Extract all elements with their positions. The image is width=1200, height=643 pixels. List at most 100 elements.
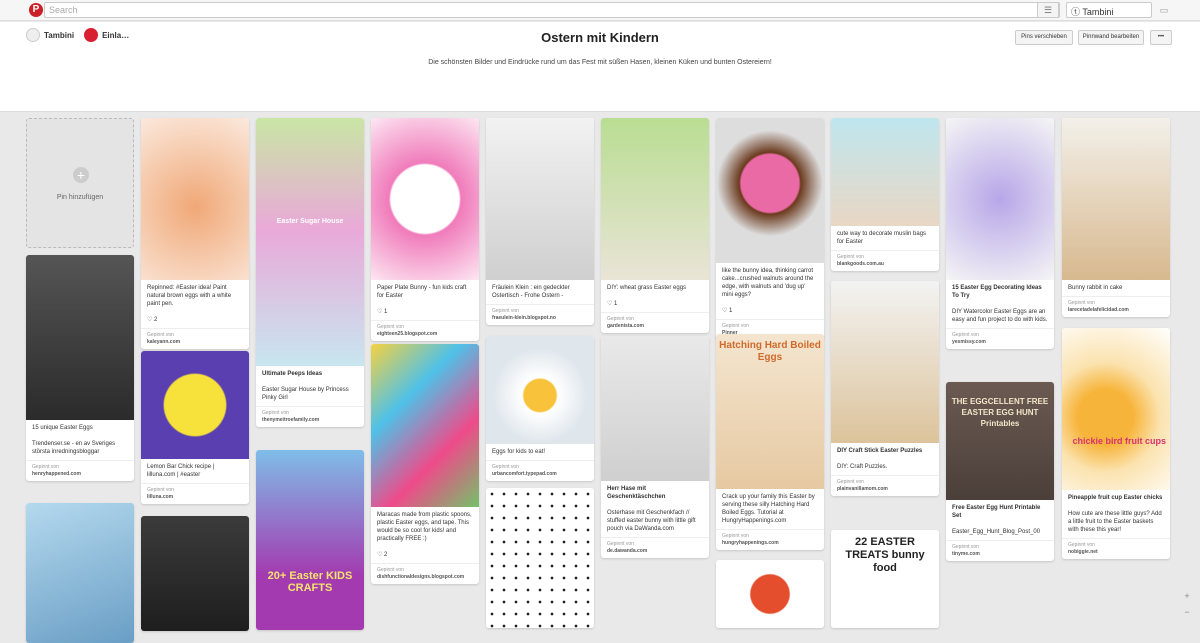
minus-icon[interactable]: − (1181, 604, 1193, 620)
pin-title: 15 Easter Egg Decorating Ideas To Try (952, 285, 1042, 299)
pin-source[interactable]: Gepinnt von urbancomfort.typepad.com (486, 460, 594, 481)
source-link[interactable]: de.dawanda.com (607, 548, 703, 555)
source-link[interactable]: thenymeitroefamily.com (262, 417, 358, 424)
pin-image[interactable] (486, 336, 594, 444)
pin-source[interactable]: Gepinnt von nobiggie.net (1062, 538, 1170, 559)
source-link[interactable]: larecetadelafelicidad.com (1068, 307, 1164, 314)
move-pins-button[interactable]: Pins verschieben (1015, 30, 1073, 45)
more-button[interactable]: ••• (1150, 30, 1172, 45)
pin-card[interactable]: Hatching Hard Boiled Eggs Crack up your … (716, 334, 824, 550)
pin-card[interactable]: DIY: wheat grass Easter eggs ♡ 1 Gepinnt… (601, 118, 709, 333)
pin-image[interactable]: chickie bird fruit cups (1062, 328, 1170, 490)
pin-image[interactable] (371, 344, 479, 507)
pin-image[interactable]: Easter Sugar House (256, 118, 364, 366)
pin-source[interactable]: Gepinnt von plainvanillamom.com (831, 475, 939, 496)
pin-card[interactable]: THE EGGCELLENT FREE EASTER EGG HUNT Prin… (946, 382, 1054, 561)
pin-image[interactable]: 20+ Easter KIDS CRAFTS (256, 450, 364, 630)
source-link[interactable]: henryhappened.com (32, 471, 128, 478)
pin-card[interactable]: Repinned: #Easter idea! Paint natural br… (141, 118, 249, 349)
pin-image[interactable] (486, 118, 594, 280)
menu-icon[interactable]: ☰ (1037, 2, 1059, 18)
pin-image[interactable] (141, 351, 249, 459)
pin-card[interactable]: 20+ Easter KIDS CRAFTS (256, 450, 364, 630)
pin-source[interactable]: Gepinnt von larecetadelafelicidad.com (1062, 296, 1170, 317)
pin-card[interactable]: Fräulein Klein : ein gedeckter Ostertisc… (486, 118, 594, 325)
pin-card[interactable]: 15 Easter Egg Decorating Ideas To Try DI… (946, 118, 1054, 349)
pin-image[interactable] (946, 118, 1054, 280)
pin-image[interactable] (831, 281, 939, 443)
pin-source[interactable]: Gepinnt von kaleyann.com (141, 328, 249, 349)
pin-description: DIY: Craft Puzzles. (837, 464, 888, 470)
pin-card[interactable]: chickie bird fruit cups Pineapple fruit … (1062, 328, 1170, 559)
source-link[interactable]: eighteen25.blogspot.com (377, 331, 473, 338)
pin-source[interactable]: Gepinnt von hungryhappenings.com (716, 529, 824, 550)
pin-image-caption: chickie bird fruit cups (1072, 436, 1166, 446)
pin-image[interactable] (486, 488, 594, 628)
source-link[interactable]: hungryhappenings.com (722, 540, 818, 547)
pin-source[interactable]: Gepinnt von fraeulein-klein.blogspot.no (486, 304, 594, 325)
source-link[interactable]: dishfunctionaldesigns.blogspot.com (377, 574, 473, 581)
add-pin-button[interactable]: + Pin hinzufügen (26, 118, 134, 248)
search-input[interactable]: Search (44, 2, 1060, 18)
pin-card[interactable]: Maracas made from plastic spoons, plasti… (371, 344, 479, 584)
pin-source[interactable]: Gepinnt von tinyme.com (946, 540, 1054, 561)
pin-image[interactable] (601, 118, 709, 280)
zoom-controls[interactable]: + − (1181, 588, 1193, 622)
pin-source[interactable]: Gepinnt von gardenista.com (601, 312, 709, 333)
messages-icon[interactable]: ▭ (1155, 2, 1173, 18)
pin-card[interactable]: cute way to decorate muslin bags for Eas… (831, 118, 939, 271)
pin-description: Osterhase mit Geschenkfach // stuffed ea… (607, 510, 696, 532)
pin-card[interactable]: Eggs for kids to eat! Gepinnt von urbanco… (486, 336, 594, 481)
pin-card[interactable]: DIY Craft Stick Easter Puzzles DIY: Craf… (831, 281, 939, 496)
pin-source[interactable]: Gepinnt von lilluna.com (141, 483, 249, 504)
pinterest-logo-icon[interactable]: P (29, 3, 43, 17)
pin-card[interactable]: Herr Hase mit Geschenktäschchen Osterhas… (601, 336, 709, 558)
pin-image[interactable] (601, 336, 709, 481)
pin-image[interactable] (141, 118, 249, 280)
pin-card[interactable]: Easter Sugar House Ultimate Peeps Ideas … (256, 118, 364, 427)
pin-source[interactable]: Gepinnt von dishfunctionaldesigns.blogspo… (371, 563, 479, 584)
pin-source[interactable]: Gepinnt von eighteen25.blogspot.com (371, 320, 479, 341)
pin-image[interactable] (716, 118, 824, 263)
pin-image[interactable] (831, 118, 939, 226)
pin-source[interactable]: Gepinnt von henryhappened.com (26, 460, 134, 481)
pin-image[interactable]: Hatching Hard Boiled Eggs (716, 334, 824, 489)
edit-board-button[interactable]: Pinnwand bearbeiten (1078, 30, 1144, 45)
source-link[interactable]: tinyme.com (952, 551, 1048, 558)
pinned-by-label: Gepinnt von (837, 479, 864, 485)
source-link[interactable]: urbancomfort.typepad.com (492, 471, 588, 478)
source-link[interactable]: yesmissy.com (952, 339, 1048, 346)
pin-card[interactable]: like the bunny idea, thinking carrot cak… (716, 118, 824, 340)
source-link[interactable]: blankgoods.com.au (837, 261, 933, 268)
pin-card[interactable]: Bunny rabbit in cake Gepinnt von lareceta… (1062, 118, 1170, 317)
pin-image[interactable] (26, 503, 134, 643)
pin-title: 15 unique Easter Eggs (32, 425, 93, 431)
source-link[interactable]: lilluna.com (147, 494, 243, 501)
pin-card[interactable]: Lemon Bar Chick recipe | lilluna.com | #… (141, 351, 249, 504)
pin-card[interactable]: Paper Plate Bunny - fun kids craft for E… (371, 118, 479, 341)
pin-card[interactable]: 22 EASTER TREATS bunny food (831, 530, 939, 628)
pin-image[interactable] (141, 516, 249, 631)
pin-image[interactable]: 22 EASTER TREATS bunny food (831, 530, 939, 628)
source-link[interactable]: fraeulein-klein.blogspot.no (492, 315, 588, 322)
pin-image[interactable] (716, 560, 824, 628)
pin-source[interactable]: Gepinnt von de.dawanda.com (601, 537, 709, 558)
pin-image[interactable] (1062, 118, 1170, 280)
pin-card[interactable] (716, 560, 824, 628)
source-link[interactable]: gardenista.com (607, 323, 703, 330)
pin-image[interactable]: THE EGGCELLENT FREE EASTER EGG HUNT Prin… (946, 382, 1054, 500)
pin-source[interactable]: Gepinnt von yesmissy.com (946, 328, 1054, 349)
source-link[interactable]: plainvanillamom.com (837, 486, 933, 493)
pin-source[interactable]: Gepinnt von thenymeitroefamily.com (256, 406, 364, 427)
pin-card[interactable] (486, 488, 594, 628)
source-link[interactable]: kaleyann.com (147, 339, 243, 346)
pin-image[interactable] (371, 118, 479, 280)
pin-card[interactable] (26, 503, 134, 643)
plus-icon[interactable]: + (1181, 588, 1193, 604)
pin-card[interactable]: 15 unique Easter Eggs Trendenser.se - en… (26, 255, 134, 481)
pin-card[interactable] (141, 516, 249, 631)
source-link[interactable]: nobiggie.net (1068, 549, 1164, 556)
user-menu-button[interactable]: ⓣ Tambini (1066, 2, 1152, 18)
pin-source[interactable]: Gepinnt von blankgoods.com.au (831, 250, 939, 271)
pin-image[interactable] (26, 255, 134, 420)
